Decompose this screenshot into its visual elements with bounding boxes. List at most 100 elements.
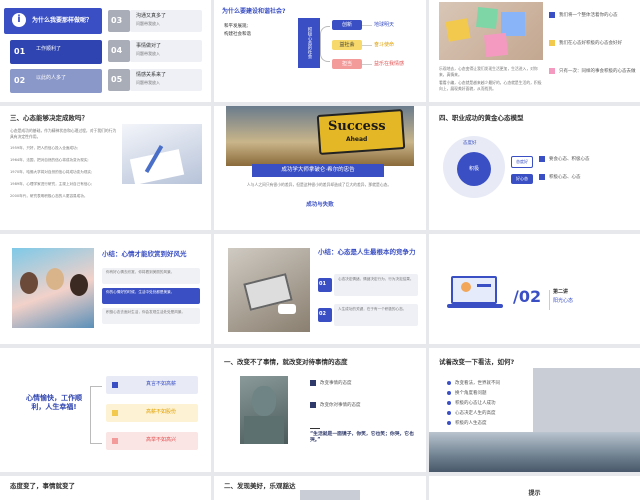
success-sign-photo: Success Ahead	[226, 106, 414, 166]
faces-photo	[439, 2, 543, 60]
item-sub: 问题带我放入	[136, 51, 160, 56]
chart-photo	[122, 124, 202, 184]
bracket	[320, 26, 330, 62]
bullet: 构建社会和谐	[224, 32, 251, 37]
paragraph-2: 看看小编，心态就是越来越少最好的，心态就是生活的，积极向上，展现美好面貌，从而找…	[439, 80, 542, 91]
item-3: 积极心态去面对生活，你会发现生活处处是风景。	[102, 308, 200, 324]
quote-title: 成功学大师拿破仑·希尔的忠告	[252, 164, 384, 177]
slide-12[interactable]: 试着改变一下看法，如何? 改变看法，世界就不同 换个角度看问题 积极的心态让人成…	[429, 348, 640, 472]
result-1: 地球明天	[374, 22, 395, 28]
item-text: 沟通又真多了	[136, 13, 167, 19]
slide-title: 四、职业成功的黄金心态模型	[439, 114, 524, 122]
item-2: 换个角度看问题	[455, 391, 487, 396]
item-03-num: 03	[108, 10, 130, 32]
slide-title: 提示	[528, 490, 541, 497]
branch-2: 益社会	[332, 40, 362, 50]
slide-7[interactable]: 小结：心情才能欣赏到好风光 你有好心情去欣赏，你将看到美丽的风景。 你的心情好的…	[0, 234, 211, 344]
item-text: 事情做对了	[136, 43, 162, 49]
slide-8[interactable]: 小结：心态是人生最根本的竞争力 01 心态决定情绪，情绪决定行为，行为决定结果。…	[214, 234, 426, 344]
title-card: i 为什么我要那样做呢？	[4, 8, 102, 34]
slide-9[interactable]: /02 第二讲 阳光心态	[429, 234, 640, 344]
tag-2: 我们在心态好积极的心态会好好	[559, 41, 622, 46]
bullet: 1959年，只好，把人的信心投入全面成功;	[10, 146, 78, 150]
row-text-1: 要会心态、积极心态	[549, 157, 590, 162]
bullet: 和平发展观;	[224, 24, 249, 29]
item-1: 改变事情的态度	[320, 381, 352, 386]
num-2: 02	[318, 308, 332, 322]
item-1: 心态决定情绪，情绪决定行为，行为决定结果。	[334, 274, 418, 296]
item-2: 人生成功的关键，在于有一个积极的心态。	[334, 304, 418, 326]
slide-2[interactable]: 为什么要建设和谐社会? 和平发展观; 构建社会和谐 积极心态的社会 创新 益社会…	[214, 0, 426, 102]
paragraph-1: 乐观地去，心态变得让我们发现生活更加，生活进入，对你来，真情来。	[439, 66, 538, 77]
item-03: 沟通又真多了 问题带我放入	[130, 10, 202, 32]
item-sub: 问题带我放入	[136, 21, 160, 26]
laptop-illustration	[445, 270, 509, 314]
item-05: 情感关系来了 问题带我放入	[130, 69, 202, 91]
slide-title: 小结：心情才能欣赏到好风光	[102, 250, 187, 258]
slide-title: 试着改变一下看法，如何?	[439, 358, 515, 366]
row-label-2: 好心态	[511, 174, 533, 184]
slide-6[interactable]: 四、职业成功的黄金心态模型 态度好 积极 态度好 要会心态、积极心态 好心态 积…	[429, 106, 640, 230]
slide-1[interactable]: i 为什么我要那样做呢？ 01 工作顺利了 02 以此的人多了 03 沟通又真多…	[0, 0, 211, 102]
slide-title: 一、改变不了事情，就改变对待事情的态度	[224, 358, 348, 366]
item-2: 你的心情好的时候，生活中处处都是美景。	[102, 288, 200, 304]
item-text: 情感关系来了	[136, 72, 167, 78]
item-1: 改变看法，世界就不同	[455, 381, 500, 386]
item-05-num: 05	[108, 69, 130, 91]
slide-10[interactable]: 心情愉快，工作顺利，人生幸福! 真言不如高薪 高薪不如股份 高举不如高兴	[0, 348, 211, 472]
slide-5[interactable]: Success Ahead 成功学大师拿破仑·希尔的忠告 人与人之间只有很小的差…	[214, 106, 426, 230]
slide-grid: i 为什么我要那样做呢？ 01 工作顺利了 02 以此的人多了 03 沟通又真多…	[0, 0, 640, 500]
branch-3: 担当	[332, 59, 362, 69]
item-text: 工作顺利了	[36, 46, 62, 52]
inner-circle: 积极	[457, 152, 491, 186]
slide-4[interactable]: 三、心态能够决定成败吗？ 心态是成功的基础，作为精神状态和心理过程，对于我们的行…	[0, 106, 211, 230]
quote-footer: 成功与失败	[306, 202, 334, 208]
bullet: 1964年，法国，把对自然的信心将成功变为现实;	[10, 158, 89, 162]
item-2: 高薪不如股份	[106, 404, 198, 422]
circle-label: 态度好	[463, 141, 477, 146]
bullet: 2000年代，研究表明积极心态的人更容易成功。	[10, 194, 88, 198]
slide-3[interactable]: 乐观地去，心态变得让我们发现生活更加，生活进入，对你来，真情来。 看看小编，心态…	[429, 0, 640, 102]
item-num: 01	[14, 47, 26, 56]
branch-1: 创新	[332, 20, 362, 30]
slide-title: 二、发现美好，乐观豁达	[224, 482, 296, 490]
item-01: 01 工作顺利了	[10, 40, 102, 64]
slide-title: 三、心态能够决定成败吗？	[10, 114, 88, 122]
tag-3: 只有一次：同样的事会积极的心态去做	[559, 69, 636, 74]
item-3: 高举不如高兴	[106, 432, 198, 450]
headline: 心情愉快，工作顺利，人生幸福!	[26, 394, 82, 412]
mountain-photo	[429, 432, 640, 472]
slide-13[interactable]: 态度变了，事情就变了	[0, 476, 211, 500]
result-3: 益乐在我情感	[374, 61, 405, 67]
slide-title: 态度变了，事情就变了	[10, 482, 75, 490]
item-04: 事情做对了 问题带我放入	[130, 40, 202, 62]
slide-title: 小结：心态是人生最根本的竞争力	[318, 248, 416, 256]
item-02: 02 以此的人多了	[10, 69, 102, 93]
item-3: 积极的心态让人成功	[455, 401, 496, 406]
result-2: 奋斗使命	[374, 42, 395, 48]
desk-photo	[228, 248, 310, 332]
slide-question: 为什么要建设和谐社会?	[222, 8, 286, 15]
info-icon: i	[12, 13, 26, 27]
quote-body: 人与人之间只有很小的差异，但是这种很小的差异却造成了巨大的差异，那就是心态。	[246, 182, 392, 187]
item-sub: 问题带我放入	[136, 80, 160, 85]
center-box: 积极心态的社会	[298, 18, 320, 68]
sign-text: Success	[328, 119, 386, 134]
item-1: 真言不如高薪	[106, 376, 198, 394]
title-text: 为什么我要那样做呢？	[32, 17, 93, 24]
slide-14[interactable]: 二、发现美好，乐观豁达	[214, 476, 426, 500]
slide-15[interactable]: 提示	[429, 476, 640, 500]
item-1: 你有好心情去欣赏，你将看到美丽的风景。	[102, 268, 200, 284]
slide-body: 心态是成功的基础，作为精神状态和心理过程，对于我们的行为具有决定性作用。	[10, 128, 117, 139]
slide-11[interactable]: 一、改变不了事情，就改变对待事情的态度 改变事情的态度 改变你对事情的态度 “生…	[214, 348, 426, 472]
item-5: 积极的人生态度	[455, 421, 487, 426]
tag-1: 我们将一个整体活着你的心态	[559, 13, 618, 18]
row-label-1: 态度好	[511, 156, 533, 168]
sign-subtext: Ahead	[346, 136, 368, 143]
friends-photo	[12, 248, 94, 328]
item-04-num: 04	[108, 40, 130, 62]
section-label: 第二讲	[553, 289, 569, 295]
item-num: 02	[14, 76, 26, 85]
num-1: 01	[318, 278, 332, 292]
item-4: 心态决定人生的高度	[455, 411, 496, 416]
